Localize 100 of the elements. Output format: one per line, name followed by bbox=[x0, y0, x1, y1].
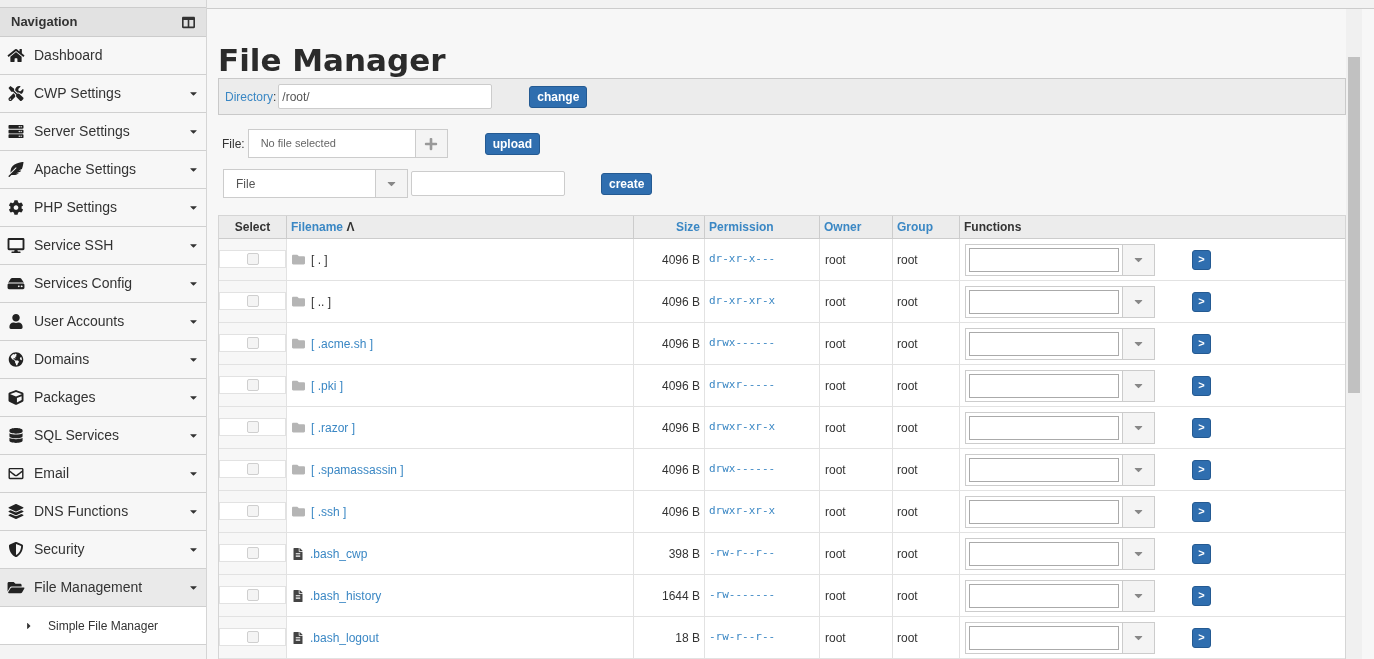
group-text: root bbox=[897, 419, 918, 437]
function-select[interactable] bbox=[965, 453, 1155, 486]
select-checkbox[interactable] bbox=[246, 337, 259, 349]
function-select[interactable] bbox=[965, 579, 1155, 612]
filename-link[interactable]: .bash_cwp bbox=[310, 544, 368, 563]
layout-toggle-icon[interactable] bbox=[182, 15, 195, 29]
select-checkbox[interactable] bbox=[246, 379, 259, 391]
select-checkbox[interactable] bbox=[246, 253, 259, 265]
group-text: root bbox=[897, 461, 918, 479]
house-icon bbox=[6, 48, 26, 63]
sidebar-label: Packages bbox=[34, 388, 97, 407]
select-checkbox[interactable] bbox=[246, 505, 259, 517]
submenu-item[interactable]: Simple File Manager bbox=[0, 607, 206, 645]
function-select[interactable] bbox=[965, 411, 1155, 444]
size-text: 4096 B bbox=[661, 503, 700, 521]
go-button[interactable]: > bbox=[1192, 459, 1211, 480]
group-text: root bbox=[897, 545, 918, 563]
function-select[interactable] bbox=[965, 495, 1155, 528]
go-button[interactable]: > bbox=[1192, 543, 1211, 564]
go-button[interactable]: > bbox=[1192, 249, 1211, 270]
go-button[interactable]: > bbox=[1192, 375, 1211, 396]
create-button[interactable]: create bbox=[601, 172, 653, 195]
change-button[interactable]: change bbox=[529, 85, 588, 108]
go-button[interactable]: > bbox=[1192, 627, 1211, 648]
select-checkbox[interactable] bbox=[246, 421, 259, 433]
owner-text: root bbox=[825, 293, 846, 311]
scrollbar-thumb[interactable] bbox=[1348, 57, 1360, 393]
filename-link[interactable]: [ .razor ] bbox=[311, 418, 355, 437]
owner-text: root bbox=[825, 545, 846, 563]
function-select[interactable] bbox=[965, 537, 1155, 570]
go-button[interactable]: > bbox=[1192, 333, 1211, 354]
shield-icon bbox=[6, 542, 26, 557]
group-text: root bbox=[897, 335, 918, 353]
filename-link[interactable]: [ .acme.sh ] bbox=[311, 334, 374, 353]
file-picker[interactable]: No file selected bbox=[247, 129, 448, 158]
column-header: Select bbox=[234, 219, 271, 236]
column-header[interactable]: Group bbox=[897, 218, 933, 236]
feather-icon bbox=[6, 162, 26, 177]
sidebar-label: CWP Settings bbox=[34, 84, 122, 103]
permission-text: dr-xr-x--- bbox=[709, 251, 776, 268]
sidebar-label: PHP Settings bbox=[34, 198, 118, 217]
sidebar-label: DNS Functions bbox=[34, 502, 130, 521]
drive-icon bbox=[6, 276, 26, 291]
column-header[interactable]: Size bbox=[676, 218, 700, 236]
select-checkbox[interactable] bbox=[246, 295, 259, 307]
function-select[interactable] bbox=[965, 369, 1155, 402]
owner-text: root bbox=[825, 587, 846, 605]
upload-button[interactable]: upload bbox=[484, 132, 540, 155]
permission-text: -rw-r--r-- bbox=[709, 545, 776, 562]
function-select[interactable] bbox=[965, 621, 1155, 654]
filename-link[interactable]: [ . ] bbox=[311, 250, 328, 269]
owner-text: root bbox=[825, 251, 846, 269]
function-select[interactable] bbox=[965, 243, 1155, 276]
group-text: root bbox=[897, 587, 918, 605]
tools-icon bbox=[6, 86, 26, 101]
cube-icon bbox=[6, 390, 26, 405]
owner-text: root bbox=[825, 419, 846, 437]
filename-link[interactable]: .bash_logout bbox=[310, 628, 379, 647]
group-text: root bbox=[897, 377, 918, 395]
column-header[interactable]: Filename Λ bbox=[291, 218, 355, 236]
permission-text: drwxr----- bbox=[709, 377, 776, 394]
navigation-title: Navigation bbox=[11, 13, 78, 32]
filename-link[interactable]: [ .. ] bbox=[311, 292, 331, 311]
filename-link[interactable]: [ .pki ] bbox=[311, 376, 343, 395]
select-checkbox[interactable] bbox=[246, 589, 259, 601]
size-text: 4096 B bbox=[661, 335, 700, 353]
select-checkbox[interactable] bbox=[246, 547, 259, 559]
filename-link[interactable]: [ .ssh ] bbox=[311, 502, 347, 521]
file-picker-placeholder: No file selected bbox=[259, 136, 337, 152]
go-button[interactable]: > bbox=[1192, 501, 1211, 522]
monitor-icon bbox=[6, 238, 26, 253]
function-select[interactable] bbox=[965, 327, 1155, 360]
sidebar-label: User Accounts bbox=[34, 312, 126, 331]
size-text: 4096 B bbox=[661, 293, 700, 311]
sidebar-label: SQL Services bbox=[34, 426, 121, 445]
size-text: 1644 B bbox=[661, 587, 700, 605]
sidebar-label: Apache Settings bbox=[34, 160, 137, 179]
sidebar-item[interactable]: File Management bbox=[0, 569, 206, 607]
go-button[interactable]: > bbox=[1192, 291, 1211, 312]
group-text: root bbox=[897, 293, 918, 311]
permission-text: drwxr-xr-x bbox=[709, 503, 776, 520]
sidebar-label: Services Config bbox=[34, 274, 134, 293]
sidebar-label: Server Settings bbox=[34, 122, 131, 141]
column-header[interactable]: Permission bbox=[709, 218, 774, 236]
filename-link[interactable]: [ .spamassassin ] bbox=[311, 460, 404, 479]
name-field[interactable] bbox=[411, 171, 565, 196]
type-select[interactable]: File bbox=[223, 169, 408, 198]
go-button[interactable]: > bbox=[1192, 585, 1211, 606]
owner-text: root bbox=[825, 629, 846, 647]
owner-text: root bbox=[825, 335, 846, 353]
go-button[interactable]: > bbox=[1192, 417, 1211, 438]
size-text: 4096 B bbox=[661, 461, 700, 479]
directory-field[interactable]: /root/ bbox=[278, 84, 493, 109]
select-checkbox[interactable] bbox=[246, 631, 259, 643]
filename-link[interactable]: .bash_history bbox=[310, 586, 382, 605]
select-checkbox[interactable] bbox=[246, 463, 259, 475]
function-select[interactable] bbox=[965, 285, 1155, 318]
group-text: root bbox=[897, 629, 918, 647]
column-header[interactable]: Owner bbox=[824, 218, 862, 236]
permission-text: -rw-r--r-- bbox=[709, 629, 776, 646]
